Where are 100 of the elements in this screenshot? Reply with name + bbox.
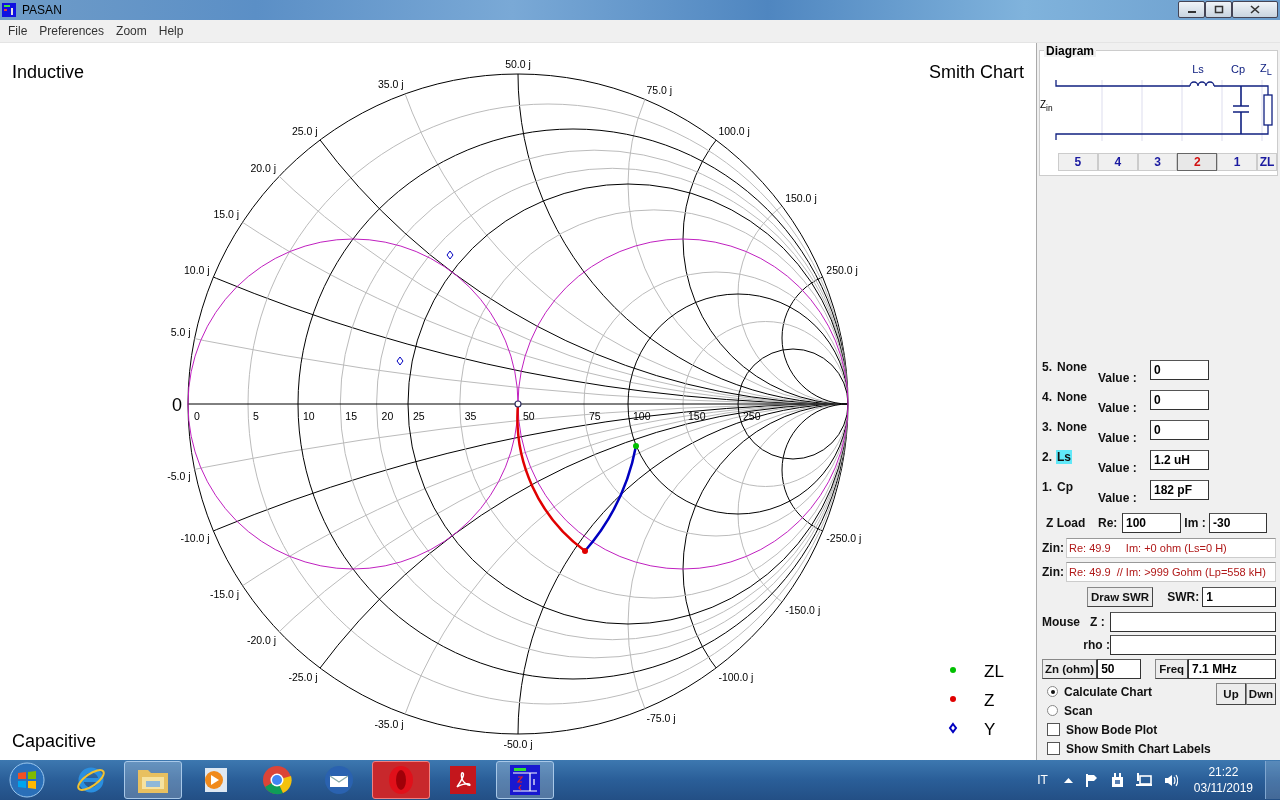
document-icon xyxy=(449,765,477,795)
reactance-label: 10.0 j xyxy=(184,263,210,276)
component-name[interactable]: Ls xyxy=(1056,450,1073,464)
component-number: 5. xyxy=(1042,360,1052,374)
reactance-label: 15.0 j xyxy=(213,208,240,221)
value-field[interactable]: 0 xyxy=(1150,360,1209,380)
reactance-label: -10.0 j xyxy=(180,532,210,545)
axis-label: 10 xyxy=(303,410,315,422)
show-hidden-icons-icon[interactable] xyxy=(1063,777,1073,783)
point-marker xyxy=(582,548,588,554)
field-label: Value : xyxy=(1098,400,1138,416)
reactance-label: 5.0 j xyxy=(170,325,191,338)
value-field[interactable]: 0 xyxy=(1150,390,1209,410)
value-field[interactable]: 1.2 uH xyxy=(1150,450,1209,470)
network-icon[interactable] xyxy=(1135,773,1152,787)
value-field[interactable]: 182 pF xyxy=(1150,480,1209,500)
field-label: Value : xyxy=(1098,430,1138,446)
power-plug-icon[interactable] xyxy=(1110,772,1124,788)
component-tab[interactable]: 3 xyxy=(1137,153,1178,171)
reactance-label: -20.0 j xyxy=(246,634,277,647)
checkbox[interactable] xyxy=(1047,742,1060,755)
close-icon xyxy=(1250,5,1260,14)
option-label: Show Bode Plot xyxy=(1066,722,1158,737)
maximize-button[interactable] xyxy=(1205,1,1232,18)
reactance-label: 20.0 j xyxy=(250,161,277,174)
field-label: Value : xyxy=(1098,460,1138,476)
close-button[interactable] xyxy=(1232,1,1278,18)
field-label: Zin: xyxy=(1042,565,1064,579)
freq-field[interactable]: 7.1 MHz xyxy=(1188,659,1276,679)
taskbar-button[interactable] xyxy=(496,761,554,799)
point-marker xyxy=(396,356,404,366)
rho-field[interactable] xyxy=(1110,634,1276,655)
axis-label: 5 xyxy=(253,410,259,422)
value-field[interactable]: 0 xyxy=(1150,420,1209,440)
mouse-z-field[interactable] xyxy=(1110,611,1276,632)
speaker-icon[interactable] xyxy=(1163,773,1178,787)
language-indicator[interactable]: IT xyxy=(1037,773,1048,787)
output-field[interactable]: Re: 49.9 Im: +0 ohm (Ls=0 H) xyxy=(1066,538,1276,558)
minimize-button[interactable] xyxy=(1178,1,1205,18)
reactance-label: -100.0 j xyxy=(718,671,754,684)
clock-time[interactable]: 21:22 xyxy=(1208,764,1239,780)
legend-label: Z xyxy=(984,691,995,710)
component-tab[interactable]: 1 xyxy=(1217,153,1258,171)
step-button[interactable]: Up xyxy=(1216,683,1246,705)
reactance-label: -75.0 j xyxy=(646,712,676,725)
component-tab[interactable]: 5 xyxy=(1058,153,1098,171)
reactance-label: 75.0 j xyxy=(646,83,673,96)
zn-button[interactable]: Zn (ohm) xyxy=(1042,659,1098,679)
output-field[interactable]: Re: 49.9 // Im: >999 Gohm (Lp=558 kH) xyxy=(1066,562,1276,582)
axis-label: 0 xyxy=(194,410,200,422)
component-name[interactable]: None xyxy=(1056,360,1088,374)
flag-icon[interactable] xyxy=(1084,773,1099,787)
component-name[interactable]: Cp xyxy=(1056,480,1074,494)
window-title: PASAN xyxy=(22,3,62,17)
re-field[interactable]: 100 xyxy=(1122,513,1181,533)
component-tab[interactable]: 2 xyxy=(1177,153,1218,171)
field-label: Im : xyxy=(1183,516,1207,530)
zn-field[interactable]: 50 xyxy=(1097,659,1142,679)
circuit-icon xyxy=(510,765,540,795)
origin-marker xyxy=(514,400,522,408)
field-label: Value : xyxy=(1098,490,1138,506)
checkbox[interactable] xyxy=(1047,723,1060,736)
reactance-label: -150.0 j xyxy=(785,604,821,617)
option-label: Calculate Chart xyxy=(1064,684,1153,699)
axis-label: 20 xyxy=(381,410,394,422)
component-number: 1. xyxy=(1042,480,1052,494)
field-label: Re: xyxy=(1098,516,1119,530)
component-name[interactable]: None xyxy=(1056,390,1088,404)
component-tab[interactable]: ZL xyxy=(1257,153,1277,171)
ring-icon xyxy=(386,764,416,796)
im-field[interactable]: -30 xyxy=(1209,513,1267,533)
option-label: Scan xyxy=(1064,703,1093,718)
draw-swr-button[interactable]: Draw SWR xyxy=(1087,587,1154,607)
chart-title: Smith Chart xyxy=(928,62,1024,82)
chart-label: Inductive xyxy=(12,62,85,82)
field-label: rho : xyxy=(1082,637,1110,652)
clock-date[interactable]: 03/11/2019 xyxy=(1193,780,1253,796)
menu-item[interactable]: Help xyxy=(153,24,189,38)
menu-item[interactable]: Preferences xyxy=(34,24,110,38)
reactance-label: 25.0 j xyxy=(291,124,318,137)
component-name[interactable]: None xyxy=(1056,420,1088,434)
freq-button[interactable]: Freq xyxy=(1155,659,1189,679)
browser-icon xyxy=(261,764,293,796)
radio-button[interactable] xyxy=(1047,705,1058,716)
step-button[interactable]: Dwn xyxy=(1246,683,1276,705)
swr-field[interactable]: 1 xyxy=(1202,587,1276,607)
axis-label: 35 xyxy=(464,410,477,422)
component-number: 2. xyxy=(1042,450,1052,464)
reactance-label: -15.0 j xyxy=(209,587,240,600)
component-tab[interactable]: 4 xyxy=(1097,153,1138,171)
axis-label: 250 xyxy=(743,410,761,422)
menu-item[interactable]: File xyxy=(3,24,33,38)
component-number: 3. xyxy=(1042,420,1052,434)
field-label: Mouse xyxy=(1042,614,1081,629)
field-label: Z : xyxy=(1090,614,1106,629)
axis-label: 15 xyxy=(345,410,357,422)
reactance-label: -25.0 j xyxy=(288,671,318,684)
taskbar-button[interactable] xyxy=(124,761,182,799)
radio-button[interactable] xyxy=(1047,686,1058,697)
menu-item[interactable]: Zoom xyxy=(111,24,152,38)
